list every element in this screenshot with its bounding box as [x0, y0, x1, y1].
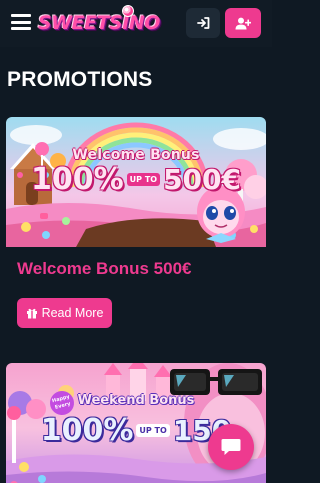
- chat-icon: [221, 439, 241, 455]
- gift-icon: [26, 308, 37, 319]
- banner-headline: Weekend Bonus: [77, 393, 195, 408]
- promotions-page: SWEETSINO PROMOTIONS Welcome Bonus 100% …: [0, 0, 272, 483]
- lollipop-icon: [122, 5, 134, 17]
- logo-text: SWEETSINO: [38, 12, 160, 34]
- banner-upto: UP TO: [136, 424, 170, 437]
- top-header: SWEETSINO: [0, 0, 272, 47]
- user-plus-icon: [235, 17, 251, 29]
- welcome-bonus-banner[interactable]: Welcome Bonus 100% UP TO 500€: [6, 117, 266, 247]
- promotion-title[interactable]: Welcome Bonus 500€: [17, 259, 191, 279]
- banner-percent: 100%: [30, 162, 124, 197]
- sign-in-icon: [196, 17, 209, 29]
- banner-headline: Welcome Bonus: [72, 147, 200, 163]
- read-more-label: Read More: [41, 306, 104, 320]
- sweetsino-logo[interactable]: SWEETSINO: [38, 5, 160, 39]
- register-button[interactable]: [225, 8, 261, 38]
- banner-amount: 500€: [163, 163, 242, 196]
- hamburger-menu-icon[interactable]: [11, 14, 31, 30]
- live-chat-button[interactable]: [208, 424, 254, 470]
- login-button[interactable]: [186, 8, 220, 38]
- banner-upto: UP TO: [126, 173, 161, 186]
- page-title: PROMOTIONS: [7, 68, 153, 91]
- banner-offer: 100% UP TO 500€: [6, 162, 266, 202]
- read-more-button[interactable]: Read More: [17, 298, 112, 328]
- banner-percent: 100%: [40, 413, 134, 448]
